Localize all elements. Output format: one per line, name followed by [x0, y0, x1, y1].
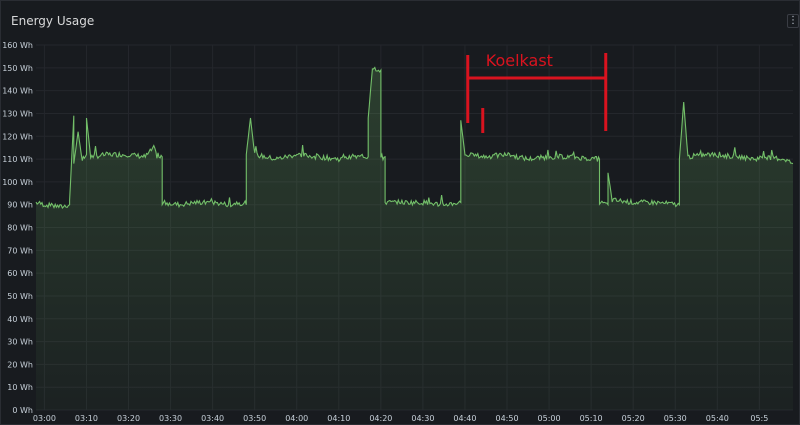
x-tick-label: 04:00 [285, 414, 308, 423]
y-tick-label: 120 Wh [2, 132, 33, 141]
x-tick-label: 05:20 [622, 414, 645, 423]
y-tick-label: 40 Wh [7, 315, 33, 324]
x-tick-label: 05:10 [580, 414, 603, 423]
y-tick-label: 150 Wh [2, 64, 33, 73]
annotation-label: Koelkast [486, 51, 553, 70]
y-tick-label: 60 Wh [7, 269, 33, 278]
y-tick-label: 20 Wh [7, 360, 33, 369]
y-tick-label: 100 Wh [2, 178, 33, 187]
y-tick-label: 80 Wh [7, 224, 33, 233]
y-tick-label: 0 Wh [12, 406, 33, 415]
x-tick-label: 05:30 [664, 414, 687, 423]
x-tick-label: 03:30 [159, 414, 182, 423]
x-tick-label: 04:20 [369, 414, 392, 423]
x-tick-label: 03:40 [201, 414, 224, 423]
y-tick-label: 130 Wh [2, 109, 33, 118]
x-tick-label: 04:30 [411, 414, 434, 423]
x-tick-label: 05:5 [750, 414, 768, 423]
y-tick-label: 50 Wh [7, 292, 33, 301]
x-tick-label: 04:50 [495, 414, 518, 423]
x-tick-label: 03:00 [33, 414, 56, 423]
x-tick-label: 04:40 [453, 414, 476, 423]
y-tick-label: 160 Wh [2, 41, 33, 50]
y-tick-label: 140 Wh [2, 87, 33, 96]
y-tick-label: 10 Wh [7, 383, 33, 392]
energy-usage-chart: 0 Wh 10 Wh 20 Wh 30 Wh 40 Wh 50 Wh 60 Wh 70 Wh 8… [2, 41, 794, 423]
y-tick-label: 110 Wh [2, 155, 33, 164]
y-tick-label: 90 Wh [7, 201, 33, 210]
x-tick-label: 03:50 [243, 414, 266, 423]
y-tick-label: 30 Wh [7, 338, 33, 347]
x-tick-label: 05:40 [706, 414, 729, 423]
y-tick-label: 70 Wh [7, 246, 33, 255]
x-tick-label: 04:10 [327, 414, 350, 423]
series-area-fill [36, 67, 793, 410]
x-tick-label: 03:20 [117, 414, 140, 423]
x-tick-label: 05:00 [538, 414, 561, 423]
x-tick-label: 03:10 [75, 414, 98, 423]
